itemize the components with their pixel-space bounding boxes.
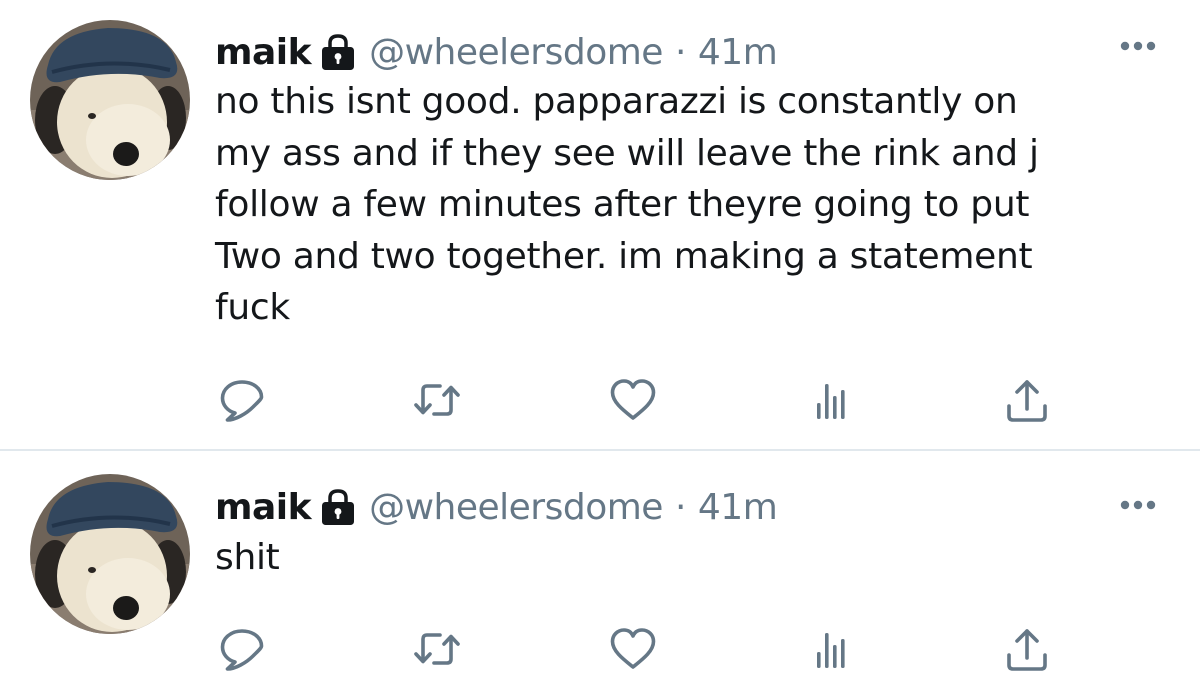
share-icon (1003, 625, 1051, 673)
analytics-button[interactable] (806, 376, 854, 424)
reply-icon (218, 625, 266, 673)
avatar-image (30, 474, 190, 634)
retweet-button[interactable] (413, 625, 461, 673)
separator-dot: · (674, 31, 686, 73)
tweet-divider (0, 449, 1200, 451)
analytics-icon (806, 625, 854, 673)
like-icon (609, 625, 657, 673)
analytics-button[interactable] (806, 625, 854, 673)
more-options-icon[interactable] (1120, 499, 1156, 511)
reply-button[interactable] (218, 376, 266, 424)
user-handle[interactable]: @wheelersdome (369, 32, 663, 73)
lock-icon (319, 487, 357, 527)
retweet-button[interactable] (413, 376, 461, 424)
timestamp[interactable]: 41m (698, 32, 778, 73)
tweet-text: no this isnt good. papparazzi is constan… (215, 81, 1039, 328)
tweet-header: maik @wheelersdome · 41m (215, 27, 778, 77)
display-name[interactable]: maik (215, 32, 312, 73)
retweet-icon (413, 376, 461, 424)
tweet-text: shit (215, 537, 280, 578)
analytics-icon (806, 376, 854, 424)
timestamp[interactable]: 41m (698, 487, 778, 528)
avatar[interactable] (30, 20, 190, 180)
share-icon (1003, 376, 1051, 424)
avatar[interactable] (30, 474, 190, 634)
separator-dot: · (674, 486, 686, 528)
tweet-header: maik @wheelersdome · 41m (215, 482, 778, 532)
like-button[interactable] (609, 625, 657, 673)
retweet-icon (413, 625, 461, 673)
tweet[interactable]: maik @wheelersdome · 41m shit (0, 452, 1200, 690)
more-options-icon[interactable] (1120, 40, 1156, 52)
reply-icon (218, 376, 266, 424)
tweet-actions (0, 376, 1200, 424)
lock-icon (319, 32, 357, 72)
user-handle[interactable]: @wheelersdome (369, 487, 663, 528)
share-button[interactable] (1003, 376, 1051, 424)
tweet-actions (0, 625, 1200, 673)
tweet[interactable]: maik @wheelersdome · 41m no this isnt go… (0, 0, 1200, 450)
display-name[interactable]: maik (215, 487, 312, 528)
reply-button[interactable] (218, 625, 266, 673)
like-icon (609, 376, 657, 424)
avatar-image (30, 20, 190, 180)
share-button[interactable] (1003, 625, 1051, 673)
like-button[interactable] (609, 376, 657, 424)
